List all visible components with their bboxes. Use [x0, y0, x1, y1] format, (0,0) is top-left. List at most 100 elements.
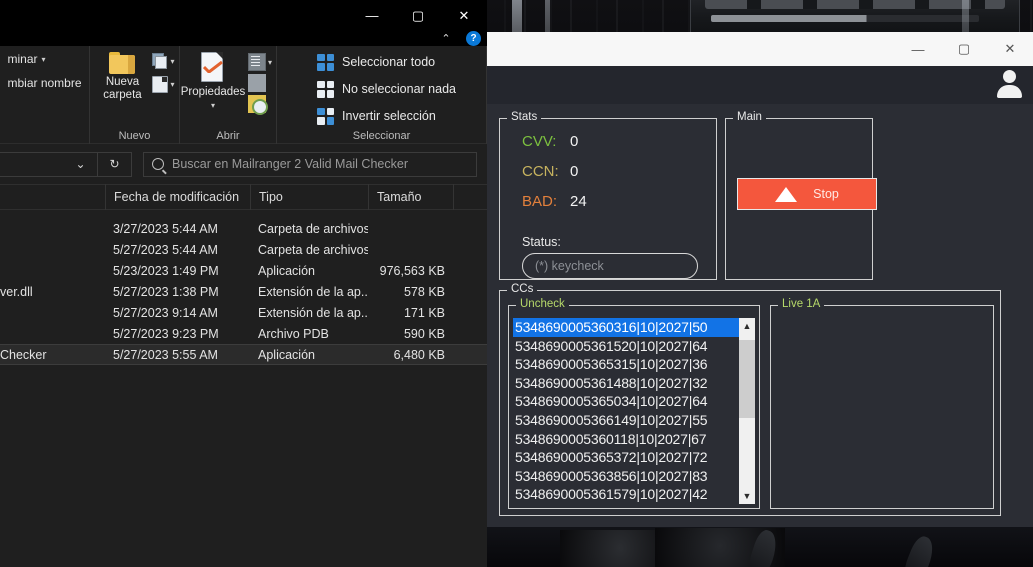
file-list: 3/27/2023 5:44 AM Carpeta de archivos 5/… [0, 210, 487, 365]
ribbon-item-delete[interactable]: minar ▾ [7, 52, 45, 66]
column-header-date[interactable]: Fecha de modificación [105, 184, 250, 210]
open-with-button[interactable]: ▾ [248, 53, 272, 71]
ccs-legend: CCs [507, 283, 537, 295]
maximize-button[interactable]: ▢ [941, 32, 987, 66]
live-panel: Live 1A [770, 305, 994, 509]
cell-date: 5/27/2023 9:23 PM [105, 327, 250, 341]
chevron-up-icon[interactable]: ⌃ [438, 32, 454, 45]
list-item[interactable]: 5348690005361520|10|2027|64 [513, 337, 739, 356]
explorer-address-bar: ⌄ ↻ Buscar en Mailranger 2 Valid Mail Ch… [0, 144, 487, 184]
cell-size: 976,563 KB [368, 264, 453, 278]
chevron-down-icon[interactable]: ▾ [211, 101, 215, 110]
file-explorer-window: — ▢ ✕ ⌃ ? minar ▾ mbiar nombre [0, 0, 487, 567]
scroll-up-icon[interactable]: ▲ [739, 318, 755, 334]
app-subheader [487, 66, 1033, 104]
search-input[interactable]: Buscar en Mailranger 2 Valid Mail Checke… [143, 152, 477, 177]
help-button[interactable]: ? [466, 31, 481, 46]
chevron-down-icon[interactable]: ▾ [268, 58, 272, 67]
live-listbox[interactable] [775, 318, 989, 504]
new-folder-label-line2: carpeta [103, 89, 141, 101]
close-button[interactable]: ✕ [987, 32, 1033, 66]
cell-size: 6,480 KB [368, 348, 453, 362]
cell-date: 5/27/2023 9:14 AM [105, 306, 250, 320]
cell-date: 5/23/2023 1:49 PM [105, 264, 250, 278]
search-placeholder: Buscar en Mailranger 2 Valid Mail Checke… [172, 157, 408, 171]
table-row[interactable]: 5/27/2023 5:44 AM Carpeta de archivos [0, 239, 487, 260]
list-item[interactable]: 5348690005365034|10|2027|64 [513, 392, 739, 411]
stat-bad: BAD: 24 [522, 193, 587, 210]
explorer-window-controls: — ▢ ✕ [349, 0, 487, 30]
status-input[interactable]: (*) keycheck [522, 253, 698, 279]
ribbon-group-new-label: Nuevo [90, 130, 179, 142]
maximize-button[interactable]: ▢ [395, 0, 441, 30]
history-button[interactable] [248, 95, 272, 113]
table-row[interactable]: Checker 5/27/2023 5:55 AM Aplicación 6,4… [0, 344, 487, 365]
list-item[interactable]: 5348690005361488|10|2027|32 [513, 374, 739, 393]
column-header-name[interactable] [0, 184, 105, 210]
ccs-panel: CCs Uncheck 5348690005360316|10|2027|50 … [499, 290, 1001, 516]
status-label: Status: [522, 235, 561, 249]
table-row[interactable]: 5/23/2023 1:49 PM Aplicación 976,563 KB [0, 260, 487, 281]
uncheck-listbox[interactable]: 5348690005360316|10|2027|50 534869000536… [513, 318, 755, 504]
table-row[interactable]: 5/27/2023 9:14 AM Extensión de la ap... … [0, 302, 487, 323]
properties-icon [198, 52, 228, 84]
chevron-down-icon: ▾ [42, 55, 46, 64]
table-row[interactable]: 5/27/2023 9:23 PM Archivo PDB 590 KB [0, 323, 487, 344]
column-header-type[interactable]: Tipo [250, 184, 368, 210]
new-item-menus: ▾ ▾ [152, 52, 174, 93]
edit-icon [248, 74, 266, 92]
list-item[interactable]: 5348690005360118|10|2027|67 [513, 430, 739, 449]
invert-selection-label: Invertir selección [342, 109, 436, 123]
scroll-down-icon[interactable]: ▼ [739, 488, 755, 504]
user-avatar-icon[interactable] [995, 70, 1023, 100]
file-list-header: Fecha de modificación Tipo Tamaño [0, 184, 487, 210]
uncheck-scrollbar[interactable]: ▲ ▼ [739, 318, 755, 504]
table-row[interactable]: ver.dll 5/27/2023 1:38 PM Extensión de l… [0, 281, 487, 302]
minimize-button[interactable]: — [349, 0, 395, 30]
easy-access-icon [152, 76, 168, 93]
column-header-size[interactable]: Tamaño [368, 184, 453, 210]
address-input[interactable]: ⌄ ↻ [0, 152, 132, 177]
chevron-down-icon[interactable]: ⌄ [64, 153, 97, 176]
status-placeholder: (*) keycheck [535, 259, 604, 273]
refresh-icon[interactable]: ↻ [98, 153, 131, 176]
cell-type: Extensión de la ap... [250, 306, 368, 320]
ribbon-item-rename-label: mbiar nombre [7, 76, 81, 90]
list-item[interactable]: 5348690005360316|10|2027|50 [513, 318, 739, 337]
app-title-bar: — ▢ ✕ [487, 32, 1033, 66]
stat-cvv: CVV: 0 [522, 133, 578, 150]
chevron-down-icon[interactable]: ▾ [170, 80, 174, 89]
list-item[interactable]: 5348690005363856|10|2027|83 [513, 467, 739, 486]
scrollbar-track[interactable] [739, 334, 755, 488]
select-none-button[interactable]: No seleccionar nada [317, 77, 456, 101]
stat-bad-value: 24 [570, 193, 587, 210]
cell-date: 3/27/2023 5:44 AM [105, 222, 250, 236]
cell-name: ver.dll [0, 285, 105, 299]
stop-button[interactable]: Stop [737, 178, 877, 210]
list-item[interactable]: 5348690005365372|10|2027|72 [513, 448, 739, 467]
ribbon-item-rename[interactable]: mbiar nombre [7, 76, 81, 90]
properties-label: Propiedades [181, 86, 246, 98]
chevron-down-icon[interactable]: ▾ [170, 57, 174, 66]
close-button[interactable]: ✕ [441, 0, 487, 30]
list-item[interactable]: 5348690005361579|10|2027|42 [513, 485, 739, 504]
edit-button[interactable] [248, 74, 272, 92]
properties-button[interactable]: Propiedades ▾ [184, 52, 242, 112]
open-with-icon [248, 53, 266, 71]
main-panel: Main Stop [725, 118, 873, 280]
cell-type: Aplicación [250, 264, 368, 278]
easy-access-button[interactable]: ▾ [152, 76, 174, 93]
select-all-button[interactable]: Seleccionar todo [317, 50, 435, 74]
cell-type: Carpeta de archivos [250, 222, 368, 236]
list-item[interactable]: 5348690005365315|10|2027|36 [513, 355, 739, 374]
table-row[interactable]: 3/27/2023 5:44 AM Carpeta de archivos [0, 218, 487, 239]
checker-app-window: — ▢ ✕ Stats CVV: 0 CCN: 0 [487, 32, 1033, 527]
new-folder-button[interactable]: Nueva carpeta [94, 52, 150, 102]
minimize-button[interactable]: — [895, 32, 941, 66]
list-item[interactable]: 5348690005366149|10|2027|55 [513, 411, 739, 430]
scrollbar-thumb[interactable] [739, 340, 755, 418]
stat-bad-label: BAD: [522, 193, 570, 210]
new-item-button[interactable]: ▾ [152, 53, 174, 70]
invert-selection-button[interactable]: Invertir selección [317, 104, 436, 128]
stat-ccn-value: 0 [570, 163, 578, 180]
